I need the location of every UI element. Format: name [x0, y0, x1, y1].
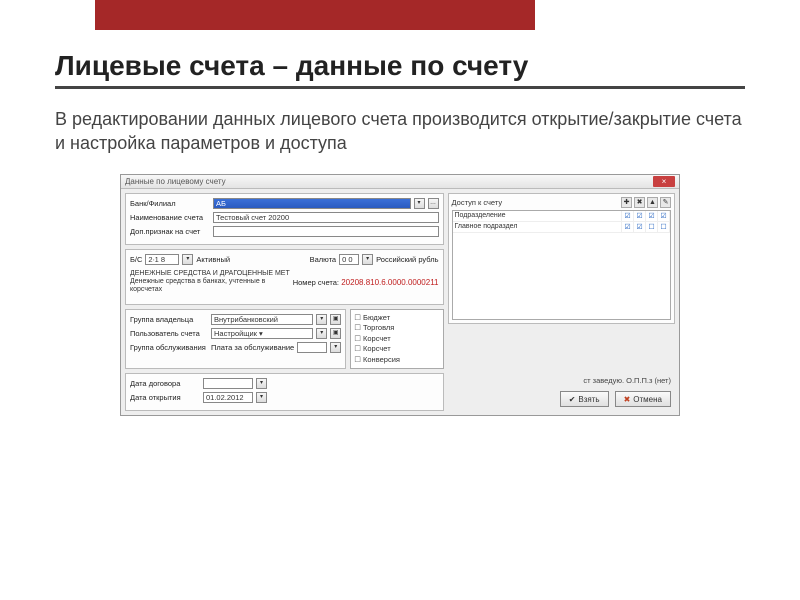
- cancel-label: Отмена: [633, 395, 662, 404]
- extra-field[interactable]: [213, 226, 439, 237]
- bank-label: Банк/Филиал: [130, 199, 210, 208]
- permissions-panel: Доступ к счету ✚ ✖ ▲ ✎ Подразделение ☑ ☑…: [448, 193, 676, 324]
- ok-button[interactable]: ✔ Взять: [560, 391, 609, 407]
- acct-number: 20208.810.6.0000.0000211: [341, 278, 438, 287]
- perm-edit-icon[interactable]: ✎: [660, 197, 671, 208]
- ok-label: Взять: [578, 395, 599, 404]
- perm-check[interactable]: ☑: [646, 211, 658, 221]
- currency-code-field[interactable]: 0 0: [339, 254, 359, 265]
- perm-title: Доступ к счету: [452, 198, 620, 207]
- bs-dropdown-icon[interactable]: ▾: [182, 254, 193, 265]
- open-date-label: Дата открытия: [130, 393, 200, 402]
- open-date-field[interactable]: 01.02.2012: [203, 392, 253, 403]
- title-underline: [55, 86, 745, 89]
- perm-add-icon[interactable]: ✚: [621, 197, 632, 208]
- close-button[interactable]: ×: [653, 176, 675, 187]
- extra-label: Доп.признак на счет: [130, 227, 210, 236]
- owner-panel: Группа владельца Внутрибанковский ▾ ▣ По…: [125, 309, 346, 370]
- flag-item: Торговля: [354, 323, 439, 334]
- flag-item: Бюджет: [354, 313, 439, 324]
- window-body: Банк/Филиал АБ ▾ … Наименование счета Те…: [121, 189, 679, 416]
- account-panel: Б/С 2∙1 8 ▾ Активный Валюта 0 0 ▾ Россий…: [125, 249, 444, 305]
- permissions-grid[interactable]: Подразделение ☑ ☑ ☑ ☑ Главное подраздел …: [452, 210, 672, 320]
- service-fee-label: Плата за обслуживание: [211, 343, 294, 352]
- perm-check[interactable]: ☑: [658, 211, 670, 221]
- account-description: ДЕНЕЖНЫЕ СРЕДСТВА И ДРАГОЦЕННЫЕ МЕТ Дене…: [130, 268, 290, 297]
- right-column: Доступ к счету ✚ ✖ ▲ ✎ Подразделение ☑ ☑…: [448, 193, 676, 412]
- cancel-icon: ✖: [624, 395, 631, 404]
- perm-row-label: Подразделение: [453, 211, 623, 221]
- slide-content: Лицевые счета – данные по счету В редакт…: [0, 0, 800, 416]
- active-label: Активный: [196, 255, 230, 264]
- dates-panel: Дата договора ▾ Дата открытия 01.02.2012…: [125, 373, 444, 411]
- user-dropdown-icon[interactable]: ▾: [316, 328, 327, 339]
- app-window: Данные по лицевому счету × Банк/Филиал А…: [120, 174, 680, 417]
- currency-dropdown-icon[interactable]: ▾: [362, 254, 373, 265]
- owner-dropdown-icon[interactable]: ▾: [316, 314, 327, 325]
- contract-date-picker-icon[interactable]: ▾: [256, 378, 267, 389]
- header-panel: Банк/Филиал АБ ▾ … Наименование счета Те…: [125, 193, 444, 245]
- window-title: Данные по лицевому счету: [125, 177, 653, 186]
- user-label: Пользователь счета: [130, 329, 208, 338]
- perm-check[interactable]: ☐: [658, 222, 670, 232]
- flag-item: Корсчет: [354, 344, 439, 355]
- open-date-picker-icon[interactable]: ▾: [256, 392, 267, 403]
- service-fee-field[interactable]: [297, 342, 327, 353]
- left-column: Банк/Филиал АБ ▾ … Наименование счета Те…: [125, 193, 444, 412]
- bs-field[interactable]: 2∙1 8: [145, 254, 179, 265]
- service-dropdown-icon[interactable]: ▾: [330, 342, 341, 353]
- bs-label: Б/С: [130, 255, 142, 264]
- bank-lookup-icon[interactable]: …: [428, 198, 439, 209]
- name-field[interactable]: Тестовый счет 20200: [213, 212, 439, 223]
- perm-up-icon[interactable]: ▲: [647, 197, 658, 208]
- owner-group-field[interactable]: Внутрибанковский: [211, 314, 313, 325]
- contract-date-label: Дата договора: [130, 379, 200, 388]
- cancel-button[interactable]: ✖ Отмена: [615, 391, 671, 407]
- currency-name: Российский рубль: [376, 255, 438, 264]
- user-lookup-icon[interactable]: ▣: [330, 328, 341, 339]
- flag-item: Корсчет: [354, 334, 439, 345]
- perm-check[interactable]: ☐: [646, 222, 658, 232]
- perm-remove-icon[interactable]: ✖: [634, 197, 645, 208]
- dialog-buttons: ✔ Взять ✖ Отмена: [448, 387, 676, 411]
- acct-num-label: Номер счета:: [293, 278, 339, 287]
- flag-item: Конверсия: [354, 355, 439, 366]
- perm-check[interactable]: ☑: [622, 211, 634, 221]
- accent-bar: [95, 0, 535, 30]
- name-label: Наименование счета: [130, 213, 210, 222]
- perm-row-label: Главное подраздел: [453, 222, 623, 232]
- bank-dropdown-icon[interactable]: ▾: [414, 198, 425, 209]
- perm-check[interactable]: ☑: [634, 222, 646, 232]
- service-group-label: Группа обслуживания: [130, 343, 208, 352]
- titlebar: Данные по лицевому счету ×: [121, 175, 679, 189]
- flags-checklist[interactable]: Бюджет Торговля Корсчет Корсчет Конверси…: [350, 309, 443, 370]
- bank-field[interactable]: АБ: [213, 198, 411, 209]
- user-field[interactable]: Настройщик ▾: [211, 328, 313, 339]
- slide-subtitle: В редактировании данных лицевого счета п…: [55, 107, 745, 156]
- perm-check[interactable]: ☑: [622, 222, 634, 232]
- contract-date-field[interactable]: [203, 378, 253, 389]
- perm-check[interactable]: ☑: [634, 211, 646, 221]
- currency-label: Валюта: [310, 255, 337, 264]
- check-icon: ✔: [569, 395, 576, 404]
- owner-lookup-icon[interactable]: ▣: [330, 314, 341, 325]
- slide-title: Лицевые счета – данные по счету: [55, 50, 745, 82]
- owner-group-label: Группа владельца: [130, 315, 208, 324]
- author-note: ст заведую. О.П.П.з (нет): [583, 376, 671, 385]
